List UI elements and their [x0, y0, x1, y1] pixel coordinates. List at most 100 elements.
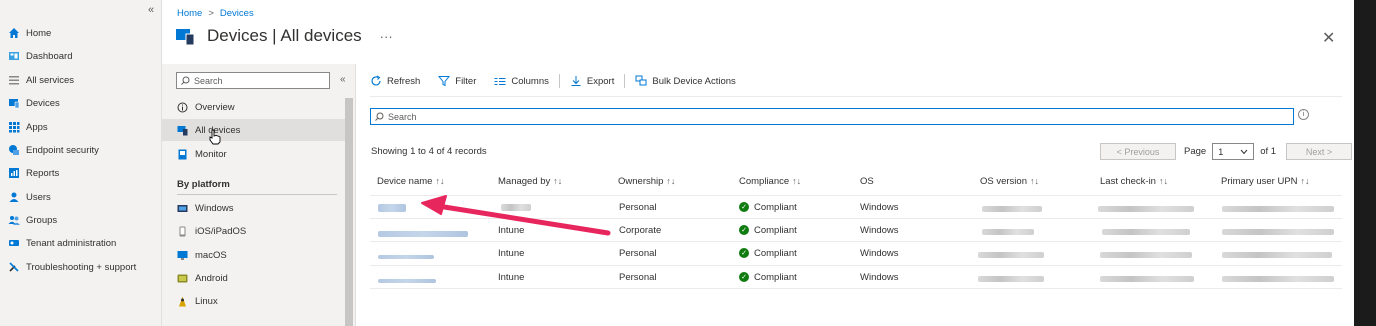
refresh-icon [371, 75, 381, 86]
redacted-primary-user [1222, 229, 1334, 235]
row-divider [370, 288, 1342, 289]
all-devices-icon [177, 125, 188, 135]
nav-item-troubleshooting[interactable]: Troubleshooting + support [8, 258, 136, 276]
table-header-divider [370, 195, 1342, 196]
os-cell: Windows [860, 271, 899, 283]
redacted-os-version [982, 229, 1034, 235]
os-cell: Windows [860, 247, 899, 259]
download-icon [571, 76, 581, 86]
menu-item-ios[interactable]: iOS/iPadOS [162, 220, 345, 242]
column-label: Last check-in [1100, 176, 1156, 187]
columns-button[interactable]: Columns [494, 75, 549, 87]
managed-by-cell: Intune [498, 224, 525, 236]
column-label: Ownership [618, 176, 664, 187]
search-icon [181, 76, 190, 85]
menu-item-android[interactable]: Android [162, 267, 345, 289]
nav-label: Troubleshooting + support [26, 261, 137, 273]
more-options-icon[interactable]: ··· [380, 29, 393, 44]
breadcrumb-devices-link[interactable]: Devices [220, 8, 254, 19]
page-of-label: of 1 [1260, 146, 1277, 157]
nav-item-all-services[interactable]: All services [8, 71, 74, 89]
column-label: Compliance [739, 176, 790, 187]
redacted-os-version [978, 252, 1044, 258]
redacted-device-name[interactable] [378, 204, 406, 212]
devices-search-input[interactable]: Search [370, 108, 1294, 125]
menu-item-all-devices[interactable]: All devices [162, 119, 345, 141]
breadcrumb-separator: > [208, 8, 214, 19]
nav-item-users[interactable]: Users [8, 188, 51, 206]
toolbar-separator [558, 74, 560, 88]
monitor-icon [178, 149, 187, 159]
breadcrumb-home-link[interactable]: Home [177, 8, 202, 19]
nav-item-dashboard[interactable]: Dashboard [8, 47, 72, 65]
left-navigation: « Home Dashboard All services Devices Ap… [0, 0, 162, 326]
nav-item-apps[interactable]: Apps [8, 118, 48, 136]
macos-icon [177, 250, 188, 260]
next-page-button[interactable]: Next > [1286, 143, 1353, 160]
os-cell: Windows [860, 201, 899, 213]
users-icon [9, 192, 19, 202]
check-circle-icon: ✓ [739, 202, 749, 212]
menu-item-macos[interactable]: macOS [162, 244, 345, 266]
nav-item-devices[interactable]: Devices [8, 94, 60, 112]
export-button[interactable]: Export [570, 75, 614, 87]
redacted-device-name[interactable] [378, 231, 468, 237]
compliance-label: Compliant [754, 201, 797, 213]
menu-item-linux[interactable]: Linux [162, 290, 345, 312]
redacted-device-name[interactable] [378, 255, 434, 259]
refresh-button[interactable]: Refresh [370, 75, 420, 87]
nav-item-tenant-administration[interactable]: Tenant administration [8, 234, 116, 252]
page-select[interactable]: 1 [1212, 143, 1255, 160]
nav-label: Users [26, 191, 51, 203]
linux-icon [179, 296, 186, 306]
nav-item-endpoint-security[interactable]: Endpoint security [8, 141, 99, 159]
record-count: Showing 1 to 4 of 4 records [371, 146, 487, 157]
refresh-label: Refresh [387, 75, 421, 87]
column-header-last-check-in[interactable]: Last check-in ↑↓ [1100, 176, 1168, 187]
bulk-device-actions-button[interactable]: Bulk Device Actions [635, 75, 736, 87]
sort-icon: ↑↓ [792, 176, 802, 186]
menu-search-input[interactable]: Search [176, 72, 330, 89]
column-header-primary-user-upn[interactable]: Primary user UPN ↑↓ [1221, 176, 1310, 187]
previous-page-button[interactable]: < Previous [1100, 143, 1176, 160]
info-icon [177, 102, 188, 112]
menu-collapse-icon[interactable]: « [340, 74, 346, 85]
reports-icon [9, 168, 19, 178]
column-header-os[interactable]: OS [860, 176, 874, 187]
menu-search-placeholder: Search [194, 75, 223, 86]
menu-item-windows[interactable]: Windows [162, 197, 345, 219]
dashboard-icon [9, 52, 19, 60]
nav-collapse-icon[interactable]: « [148, 4, 154, 16]
filter-button[interactable]: Filter [438, 75, 476, 87]
redacted-os-version [982, 206, 1042, 212]
column-header-device-name[interactable]: Device name ↑↓ [377, 176, 444, 187]
redacted-os-version [978, 276, 1044, 282]
nav-item-reports[interactable]: Reports [8, 164, 59, 182]
devices-icon [9, 99, 20, 109]
redacted-primary-user [1222, 276, 1334, 282]
nav-item-groups[interactable]: Groups [8, 211, 57, 229]
close-icon[interactable]: ✕ [1322, 28, 1335, 48]
export-label: Export [586, 75, 615, 87]
menu-item-label: Linux [195, 295, 218, 307]
column-header-compliance[interactable]: Compliance ↑↓ [739, 176, 801, 187]
page-select-value: 1 [1218, 146, 1224, 157]
column-header-ownership[interactable]: Ownership ↑↓ [618, 176, 675, 187]
by-platform-heading: By platform [177, 179, 230, 190]
menu-scrollbar[interactable] [345, 98, 353, 326]
menu-item-monitor[interactable]: Monitor [162, 143, 345, 165]
nav-label: Apps [26, 121, 48, 133]
wrench-icon [9, 262, 19, 272]
menu-item-overview[interactable]: Overview [162, 96, 345, 118]
column-header-managed-by[interactable]: Managed by ↑↓ [498, 176, 562, 187]
page-label: Page [1184, 146, 1207, 157]
managed-by-cell: Intune [498, 271, 525, 283]
nav-item-home[interactable]: Home [8, 24, 51, 42]
redacted-device-name[interactable] [378, 279, 436, 283]
info-icon[interactable]: i [1298, 109, 1309, 120]
ownership-cell: Personal [619, 201, 657, 213]
ownership-cell: Corporate [619, 224, 662, 236]
menu-item-label: iOS/iPadOS [195, 225, 247, 237]
search-icon [375, 112, 384, 121]
column-header-os-version[interactable]: OS version ↑↓ [980, 176, 1039, 187]
